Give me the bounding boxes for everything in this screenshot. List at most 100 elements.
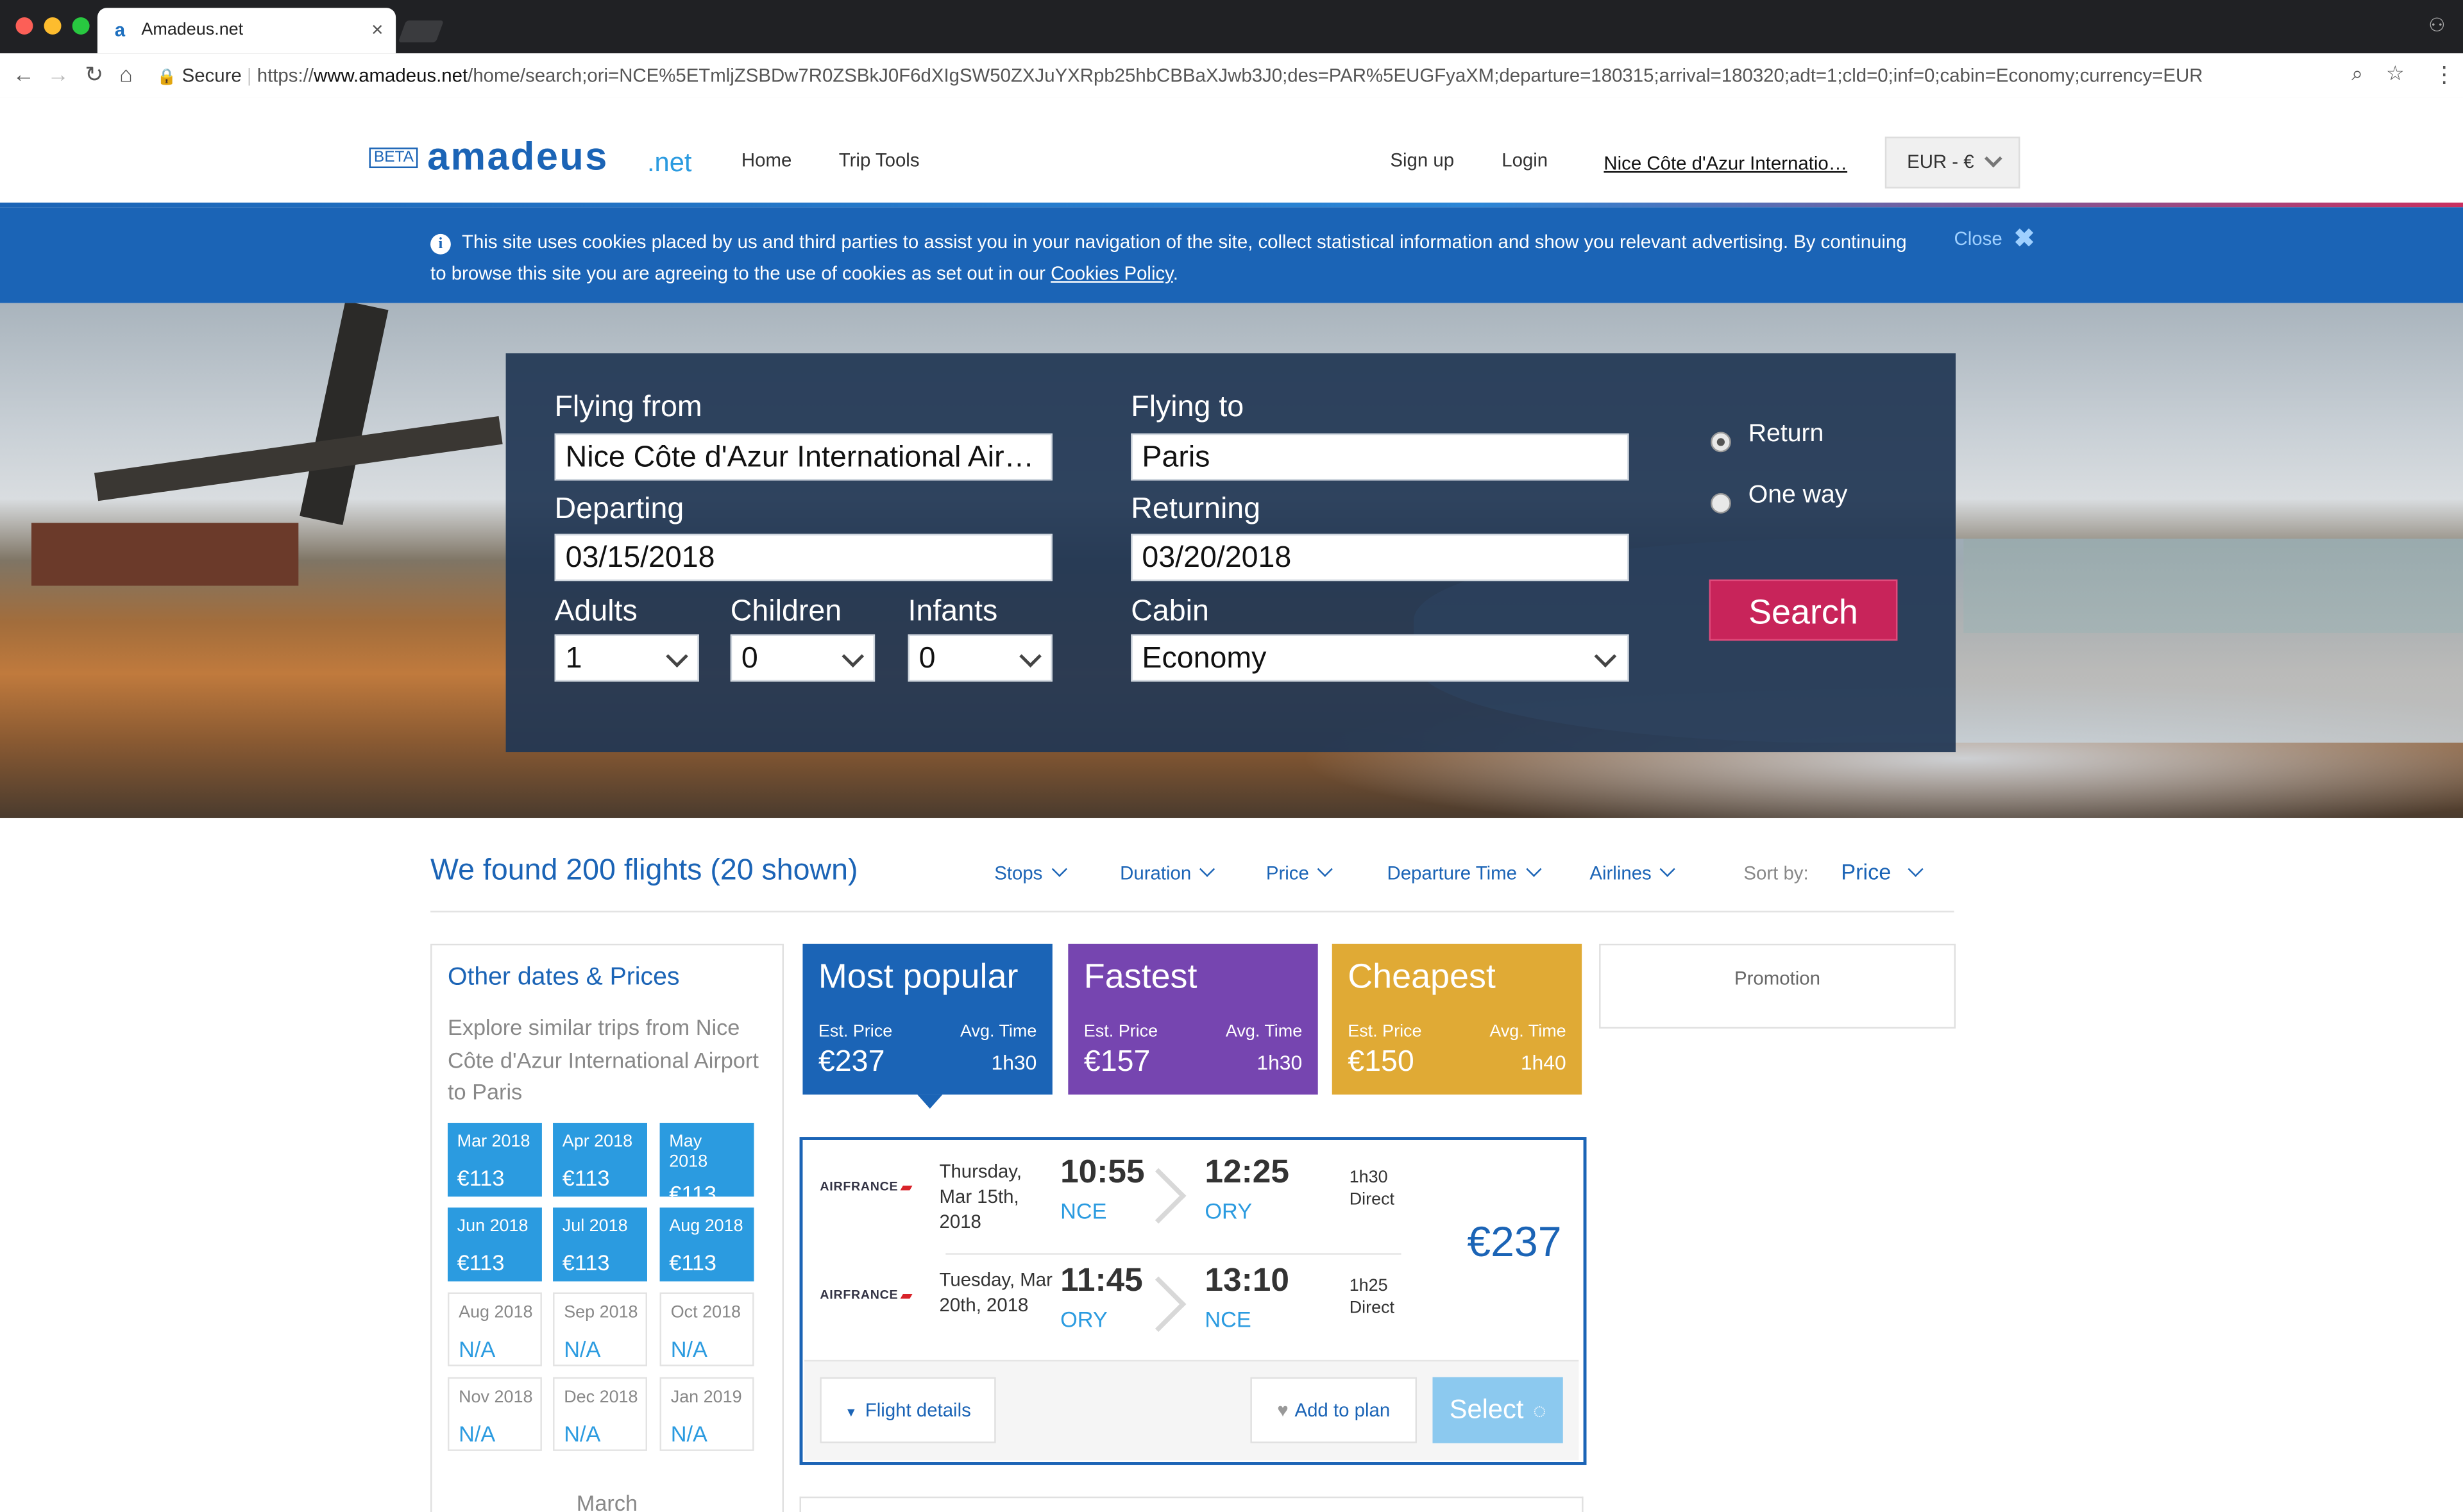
- window-close-button[interactable]: [15, 17, 33, 35]
- currency-value: EUR - €: [1907, 151, 1974, 173]
- cabin-select[interactable]: Economy: [1131, 634, 1629, 682]
- filter-stops[interactable]: Stops: [994, 861, 1067, 884]
- currency-select[interactable]: EUR - €: [1884, 137, 2020, 189]
- month-price: N/A: [670, 1421, 707, 1447]
- outbound-duration: 1h30 Direct: [1350, 1167, 1394, 1211]
- flight-details-button[interactable]: ▼ Flight details: [820, 1377, 996, 1443]
- other-dates-panel: Other dates & Prices Explore similar tri…: [430, 943, 784, 1512]
- month-tile[interactable]: Jan 2019 N/A: [659, 1377, 754, 1451]
- one-way-label: One way: [1748, 482, 1848, 509]
- returning-date-input[interactable]: 03/20/2018: [1131, 533, 1629, 582]
- cheapest-card[interactable]: Cheapest Est. Price Avg. Time €150 1h40: [1332, 943, 1582, 1095]
- forward-arrow-icon[interactable]: →: [47, 62, 69, 87]
- bookmark-star-icon[interactable]: ☆: [2386, 62, 2405, 87]
- chevron-down-icon: [842, 645, 865, 668]
- menu-kebab-icon[interactable]: ⋮: [2433, 62, 2455, 88]
- inbound-departure-time: 11:45: [1060, 1262, 1143, 1299]
- month-tile[interactable]: Aug 2018 €113: [659, 1207, 754, 1282]
- month-tile[interactable]: Dec 2018 N/A: [553, 1377, 647, 1451]
- signup-link[interactable]: Sign up: [1390, 149, 1454, 171]
- filter-price[interactable]: Price: [1266, 861, 1333, 884]
- window-minimize-button[interactable]: [44, 17, 62, 35]
- reload-icon[interactable]: ↻: [85, 62, 103, 88]
- nav-home-link[interactable]: Home: [741, 149, 791, 171]
- url-path: /home/search;ori=NCE%5ETmljZSBDw7R0ZSBkJ…: [468, 64, 2203, 87]
- cookie-close-button[interactable]: Close: [1954, 228, 2002, 249]
- cookies-policy-link[interactable]: Cookies Policy: [1051, 262, 1173, 284]
- site-header: BETA amadeus .net Home Trip Tools Sign u…: [0, 97, 2463, 205]
- one-way-radio[interactable]: [1710, 492, 1731, 514]
- return-radio[interactable]: [1710, 432, 1731, 453]
- select-label: Select: [1449, 1394, 1524, 1425]
- avg-time-value: 1h40: [1520, 1050, 1566, 1075]
- airline-stripe-icon: [900, 1185, 913, 1191]
- filter-stops-label: Stops: [994, 862, 1043, 884]
- filter-duration-label: Duration: [1120, 862, 1192, 884]
- window-maximize-button[interactable]: [72, 17, 90, 35]
- home-icon[interactable]: ⌂: [119, 62, 133, 87]
- month-tile[interactable]: May 2018 €113: [659, 1123, 754, 1197]
- month-tile[interactable]: Apr 2018 €113: [553, 1123, 647, 1197]
- browser-tab-bar: a Amadeus.net × ⚇: [0, 0, 2463, 54]
- sort-by-select[interactable]: Price: [1841, 859, 1924, 884]
- infants-select[interactable]: 0: [908, 634, 1053, 682]
- address-input[interactable]: 🔒 Secure | https://www.amadeus.net/home/…: [157, 60, 2419, 91]
- close-icon[interactable]: ✖: [2014, 223, 2035, 255]
- search-button[interactable]: Search: [1709, 579, 1898, 641]
- month-label: Dec 2018: [564, 1388, 638, 1407]
- select-flight-button[interactable]: Select ◌: [1432, 1377, 1563, 1443]
- tab-close-icon[interactable]: ×: [371, 17, 384, 41]
- browser-tab[interactable]: a Amadeus.net ×: [97, 8, 396, 54]
- avg-time-label: Avg. Time: [1225, 1022, 1303, 1041]
- outbound-stops: Direct: [1349, 1190, 1395, 1209]
- inbound-duration: 1h25 Direct: [1350, 1275, 1394, 1320]
- flight-price: €237: [1467, 1218, 1562, 1266]
- est-price-label: Est. Price: [1083, 1022, 1158, 1041]
- inbound-duration-value: 1h25: [1349, 1277, 1388, 1296]
- next-flight-result-card[interactable]: [799, 1496, 1584, 1512]
- chevron-down-icon: [1594, 645, 1617, 668]
- month-tile[interactable]: Jul 2018 €113: [553, 1207, 647, 1282]
- month-tile[interactable]: Mar 2018 €113: [447, 1123, 542, 1197]
- airline-name: AIRFRANCE: [820, 1288, 899, 1302]
- month-tile[interactable]: Jun 2018 €113: [447, 1207, 542, 1282]
- adults-select[interactable]: 1: [554, 634, 699, 682]
- flying-to-input[interactable]: Paris: [1131, 433, 1629, 481]
- month-tile[interactable]: Nov 2018 N/A: [447, 1377, 542, 1451]
- new-tab-button[interactable]: [398, 20, 444, 43]
- other-dates-description: Explore similar trips from Nice Côte d'A…: [447, 1014, 759, 1104]
- flight-details-label: Flight details: [865, 1399, 971, 1422]
- children-select[interactable]: 0: [730, 634, 876, 682]
- heart-icon: ♥: [1277, 1399, 1289, 1422]
- amadeus-logo[interactable]: amadeus: [427, 135, 609, 181]
- month-tile[interactable]: Oct 2018 N/A: [659, 1292, 754, 1366]
- fastest-card[interactable]: Fastest Est. Price Avg. Time €157 1h30: [1068, 943, 1318, 1095]
- filter-departure-time-label: Departure Time: [1387, 862, 1518, 884]
- month-label: Jul 2018: [562, 1216, 628, 1236]
- month-tile[interactable]: Sep 2018 N/A: [553, 1292, 647, 1366]
- most-popular-card[interactable]: Most popular Est. Price Avg. Time €237 1…: [802, 943, 1053, 1095]
- card-title: Most popular: [818, 956, 1019, 996]
- avg-time-label: Avg. Time: [1489, 1022, 1566, 1041]
- filter-duration[interactable]: Duration: [1120, 861, 1216, 884]
- children-label: Children: [730, 595, 842, 628]
- back-arrow-icon[interactable]: ←: [13, 62, 35, 87]
- login-link[interactable]: Login: [1502, 149, 1548, 171]
- nav-trip-tools-link[interactable]: Trip Tools: [839, 149, 920, 171]
- zoom-icon[interactable]: ⌕: [2351, 62, 2363, 87]
- filter-airlines[interactable]: Airlines: [1589, 861, 1676, 884]
- amadeus-favicon-icon: a: [114, 19, 126, 41]
- add-to-plan-button[interactable]: ♥ Add to plan: [1250, 1377, 1417, 1443]
- lock-icon: 🔒: [157, 69, 177, 87]
- departing-date-input[interactable]: 03/15/2018: [554, 533, 1053, 582]
- home-airport-link[interactable]: Nice Côte d'Azur Internatio…: [1604, 153, 1847, 174]
- month-tile[interactable]: Aug 2018 N/A: [447, 1292, 542, 1366]
- month-label: Jun 2018: [457, 1216, 529, 1236]
- flying-from-input[interactable]: Nice Côte d'Azur International Air…: [554, 433, 1053, 481]
- outbound-arrival-time: 12:25: [1205, 1154, 1289, 1191]
- month-label: Aug 2018: [459, 1303, 533, 1323]
- month-price: N/A: [564, 1336, 601, 1362]
- flight-result-card[interactable]: AIRFRANCE Thursday, Mar 15th, 2018 10:55…: [799, 1137, 1587, 1465]
- outbound-duration-value: 1h30: [1349, 1168, 1388, 1188]
- filter-departure-time[interactable]: Departure Time: [1387, 861, 1541, 884]
